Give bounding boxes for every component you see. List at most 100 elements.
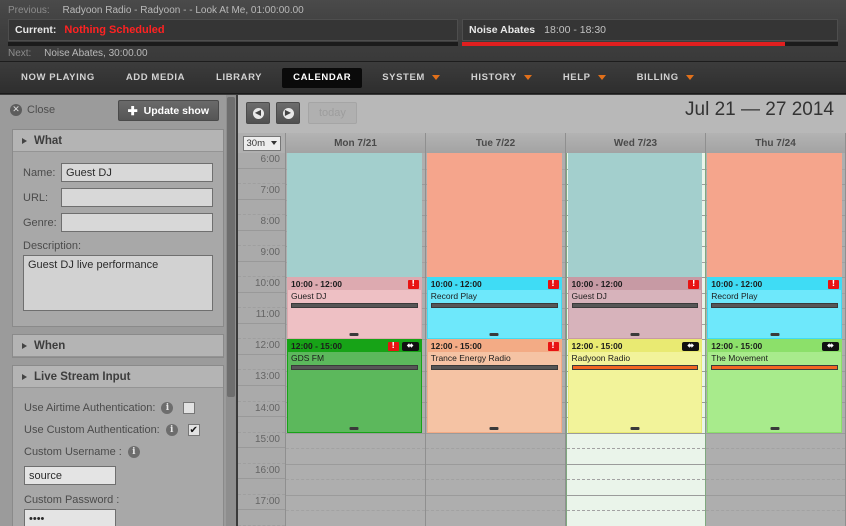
day-column-0[interactable]: 10:00 - 12:00! Guest DJ 12:00 - 15:00! ⬌ GDS…	[286, 153, 426, 526]
event-resize-handle[interactable]	[630, 333, 640, 337]
event-resize-handle[interactable]	[770, 333, 780, 337]
custom-username-input[interactable]	[24, 466, 116, 485]
live-stream-icon[interactable]: ⬌	[682, 341, 700, 351]
info-icon[interactable]: i	[161, 402, 174, 414]
custom-auth-row: Use Custom Authentication: i ✔	[24, 419, 212, 441]
day-header-3[interactable]: Thu 7/24	[706, 133, 846, 153]
genre-input[interactable]	[61, 213, 213, 232]
time-slot-1200: 12:00	[238, 339, 285, 355]
what-panel-header[interactable]: What	[13, 130, 223, 152]
close-button[interactable]: ✕ Close	[10, 104, 55, 116]
time-slot-half	[238, 479, 285, 495]
calendar-event[interactable]: 12:00 - 15:00 ⬌ The Movement	[707, 339, 842, 433]
day-column-2[interactable]: 10:00 - 12:00! Guest DJ 12:00 - 15:00 ⬌ Rady…	[565, 153, 707, 526]
calendar-event[interactable]: 12:00 - 15:00! Trance Energy Radio	[426, 339, 562, 433]
nav-item-history[interactable]: HISTORY	[460, 68, 543, 88]
calendar-event[interactable]: 10:00 - 12:00! Record Play	[707, 277, 842, 340]
time-slot-1100: 11:00	[238, 308, 285, 324]
event-time-label: 10:00 - 12:00	[571, 279, 623, 290]
day-column-1[interactable]: 10:00 - 12:00! Record Play 12:00 - 15:00! T…	[425, 153, 566, 526]
current-track-box: Current: Nothing Scheduled	[8, 19, 458, 41]
url-input[interactable]	[61, 188, 213, 207]
calendar-event[interactable]: 12:00 - 15:00! ⬌ GDS FM	[287, 339, 422, 433]
alert-icon[interactable]: !	[407, 279, 419, 289]
day-columns: 10:00 - 12:00! Guest DJ 12:00 - 15:00! ⬌ GDS…	[286, 153, 846, 526]
live-stream-icon[interactable]: ⬌	[401, 341, 419, 351]
day-header-label: Thu 7/24	[755, 137, 796, 149]
nav-item-label: LIBRARY	[216, 72, 263, 83]
nav-item-calendar[interactable]: CALENDAR	[282, 67, 363, 88]
alert-icon[interactable]: !	[688, 279, 700, 289]
airtime-auth-label: Use Airtime Authentication:	[24, 402, 156, 414]
next-week-button[interactable]: ▶	[276, 102, 300, 124]
time-slot-half	[238, 231, 285, 247]
nav-item-library[interactable]: LIBRARY	[205, 68, 273, 88]
chevron-right-icon	[22, 342, 27, 349]
nav-item-system[interactable]: SYSTEM	[371, 68, 451, 88]
live-stream-panel-header[interactable]: Live Stream Input	[13, 366, 223, 388]
when-panel-header[interactable]: When	[13, 335, 223, 357]
day-header-label: Wed 7/23	[613, 137, 658, 149]
calendar-event[interactable]: 12:00 - 15:00 ⬌ Radyoon Radio	[567, 339, 703, 433]
sidebar-scrollbar[interactable]	[226, 95, 236, 526]
time-slot-half	[238, 386, 285, 402]
nav-item-billing[interactable]: BILLING	[626, 68, 705, 88]
day-header-1[interactable]: Tue 7/22	[426, 133, 566, 153]
time-slot-half	[238, 324, 285, 340]
stream-arrows-glyph: ⬌	[406, 341, 414, 351]
event-resize-handle[interactable]	[630, 426, 640, 430]
custom-username-row: Custom Username : i	[24, 441, 212, 463]
event-header: 10:00 - 12:00!	[288, 278, 421, 291]
info-icon[interactable]: i	[165, 424, 178, 436]
day-header-0[interactable]: Mon 7/21	[286, 133, 426, 153]
alert-icon[interactable]: !	[547, 279, 559, 289]
event-title: GDS FM	[291, 353, 325, 364]
interval-value: 30m	[246, 137, 265, 149]
alert-icon[interactable]: !	[828, 279, 839, 289]
grid-line	[566, 494, 706, 496]
name-input[interactable]	[61, 163, 213, 182]
calendar-event[interactable]: 10:00 - 12:00! Guest DJ	[567, 277, 703, 340]
previous-week-button[interactable]: ◀	[246, 102, 270, 124]
event-resize-handle[interactable]	[349, 426, 359, 430]
airtime-auth-checkbox[interactable]	[183, 402, 196, 414]
nav-item-help[interactable]: HELP	[552, 68, 617, 88]
time-label: 8:00	[260, 216, 280, 228]
event-time-label: 10:00 - 12:00	[291, 279, 343, 290]
time-label: 16:00	[254, 464, 280, 476]
live-stream-panel-body: Use Airtime Authentication: i Use Custom…	[13, 388, 223, 526]
day-column-3[interactable]: 10:00 - 12:00! Record Play 12:00 - 15:00 ⬌ T…	[706, 153, 846, 526]
info-icon[interactable]: i	[127, 446, 140, 458]
custom-auth-checkbox[interactable]: ✔	[187, 424, 200, 436]
update-show-button[interactable]: ✚ Update show	[117, 100, 219, 121]
nav-item-label: HISTORY	[470, 72, 517, 83]
event-icons: ! ⬌	[387, 341, 419, 351]
sidebar-scrollbar-thumb[interactable]	[227, 97, 235, 397]
event-resize-handle[interactable]	[770, 426, 780, 430]
custom-username-label: Custom Username :	[24, 446, 122, 458]
nav-item-now-playing[interactable]: NOW PLAYING	[10, 68, 106, 88]
event-background	[287, 153, 422, 278]
nav-item-label: SYSTEM	[382, 72, 425, 83]
alert-icon[interactable]: !	[387, 341, 399, 351]
custom-password-label: Custom Password :	[24, 494, 120, 506]
alert-icon[interactable]: !	[547, 341, 559, 351]
event-resize-handle[interactable]	[489, 426, 499, 430]
day-header-2[interactable]: Wed 7/23	[566, 133, 706, 153]
grid-line	[706, 448, 845, 450]
interval-select[interactable]: 30m	[242, 135, 281, 151]
nav-item-add-media[interactable]: ADD MEDIA	[115, 68, 196, 88]
time-slot-half	[238, 510, 285, 526]
custom-password-input[interactable]	[24, 509, 116, 526]
grid-line	[706, 494, 845, 496]
event-resize-handle[interactable]	[349, 333, 359, 337]
live-stream-header-label: Live Stream Input	[34, 370, 131, 383]
live-stream-icon[interactable]: ⬌	[822, 341, 839, 351]
calendar-event[interactable]: 10:00 - 12:00! Record Play	[426, 277, 562, 340]
today-button[interactable]: today	[308, 102, 357, 124]
event-resize-handle[interactable]	[489, 333, 499, 337]
description-textarea[interactable]: Guest DJ live performance	[23, 255, 213, 311]
grid-line	[286, 479, 425, 481]
calendar-event[interactable]: 10:00 - 12:00! Guest DJ	[287, 277, 422, 340]
event-progress-bar	[291, 303, 418, 309]
